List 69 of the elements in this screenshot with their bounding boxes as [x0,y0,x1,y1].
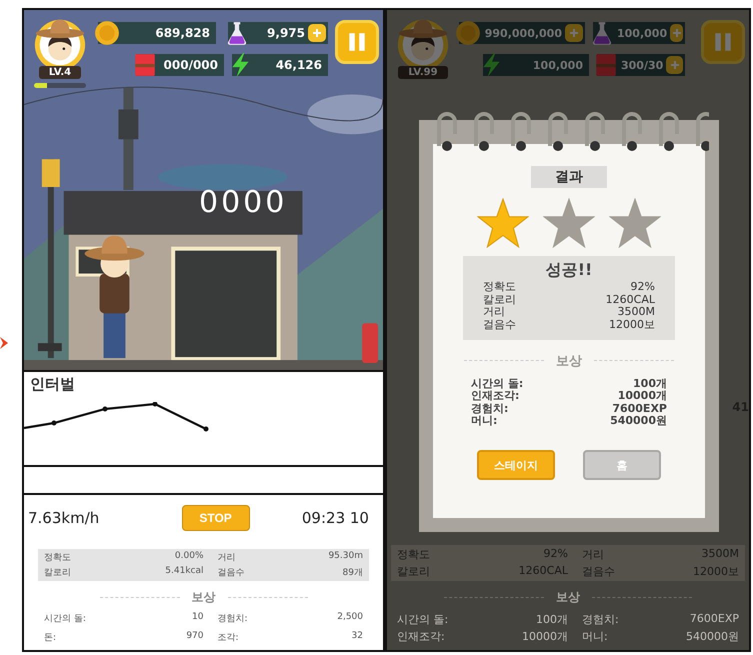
reward-value: 10000개 [521,629,568,644]
reward-value: 10000개 [616,390,667,403]
reward-value: 970 [185,631,204,643]
counter-value: 000/000 [164,58,218,72]
counter-value: 46,126 [276,58,322,72]
stat-value: 12000보 [608,318,655,332]
stat-value: 92% [542,547,568,562]
reward-label: 인재조각: [397,629,446,644]
stat-value: 12000보 [692,564,739,579]
speed-reading: 7.63km/h [28,509,100,527]
stat-value: 1260CAL [518,564,568,579]
reward-label: 머니: [582,629,609,644]
reward-label: 머니: [471,415,498,428]
stat-label: 칼로리 [397,564,431,579]
stat-label: 걸음수 [483,318,517,332]
counter-value: 300/30 [621,58,664,72]
reward-value: 540000원 [685,629,739,644]
result-heading: 성공!! [546,260,592,281]
stat-value: 92% [630,281,655,294]
reward-title: 보상 [556,352,582,370]
reward-label: 경험치: [471,402,510,416]
stat-value: 89개 [342,567,363,579]
reward-value: 7600EXP [611,402,667,416]
reward-value: 100개 [632,378,667,390]
reward-value: 10 [191,612,204,624]
stat-label: 거리 [218,552,236,564]
level-badge: LV.4 [38,66,82,79]
stat-label: 정확도 [397,547,431,562]
stat-label: 걸음수 [582,564,616,579]
stat-value: 95.30m [327,551,363,563]
reward-label: 시간의 돌: [44,613,87,625]
reward-label: 돈: [44,632,58,644]
reward-label: 시간의 돌: [397,612,450,627]
counter-value: 100,000 [532,58,583,72]
reward-value: 7600EXP [688,612,739,627]
stat-label: 칼로리 [44,567,72,579]
counter-value: 9,975 [267,26,305,40]
stat-label: 거리 [582,547,605,562]
reward-label: 경험치: [582,612,620,627]
reward-label: 경험치: [218,613,249,625]
stat-value: 1260CAL [604,294,655,306]
stat-value: 0.00% [174,551,204,563]
stat-label: 걸음수 [218,567,246,579]
reward-value: 540000원 [609,415,667,428]
reward-title: 보상 [192,589,216,606]
timer-reading: 09:23 10 [302,509,369,527]
stop-button[interactable]: STOP [182,505,250,531]
stat-label: 거리 [483,306,506,319]
stat-label: 칼로리 [483,294,517,306]
counter-value: 100,000 [617,26,668,40]
reward-value: 2,500 [336,612,363,624]
stat-label: 정확도 [483,281,517,294]
stage-button[interactable]: 스테이지 [477,450,555,480]
reward-label: 시간의 돌: [471,378,524,390]
counter-value: 990,000,000 [484,26,562,40]
reward-value: 32 [350,631,363,643]
stat-value: 5.41kcal [164,566,204,578]
dialog-title: 결과 [531,166,607,188]
reward-title: 보상 [556,589,580,606]
counter-value: 689,828 [155,26,210,40]
reward-label: 조각: [218,632,240,644]
interval-title: 인터벌 [30,375,76,394]
sign-number: 0000 [199,188,288,218]
reward-value: 100개 [535,612,568,627]
stat-value: 3500M [616,306,655,319]
stat-value: 3500M [700,547,739,562]
level-badge: LV.99 [398,66,448,79]
stat-label: 정확도 [44,552,72,564]
reward-label: 인재조각: [471,390,520,403]
